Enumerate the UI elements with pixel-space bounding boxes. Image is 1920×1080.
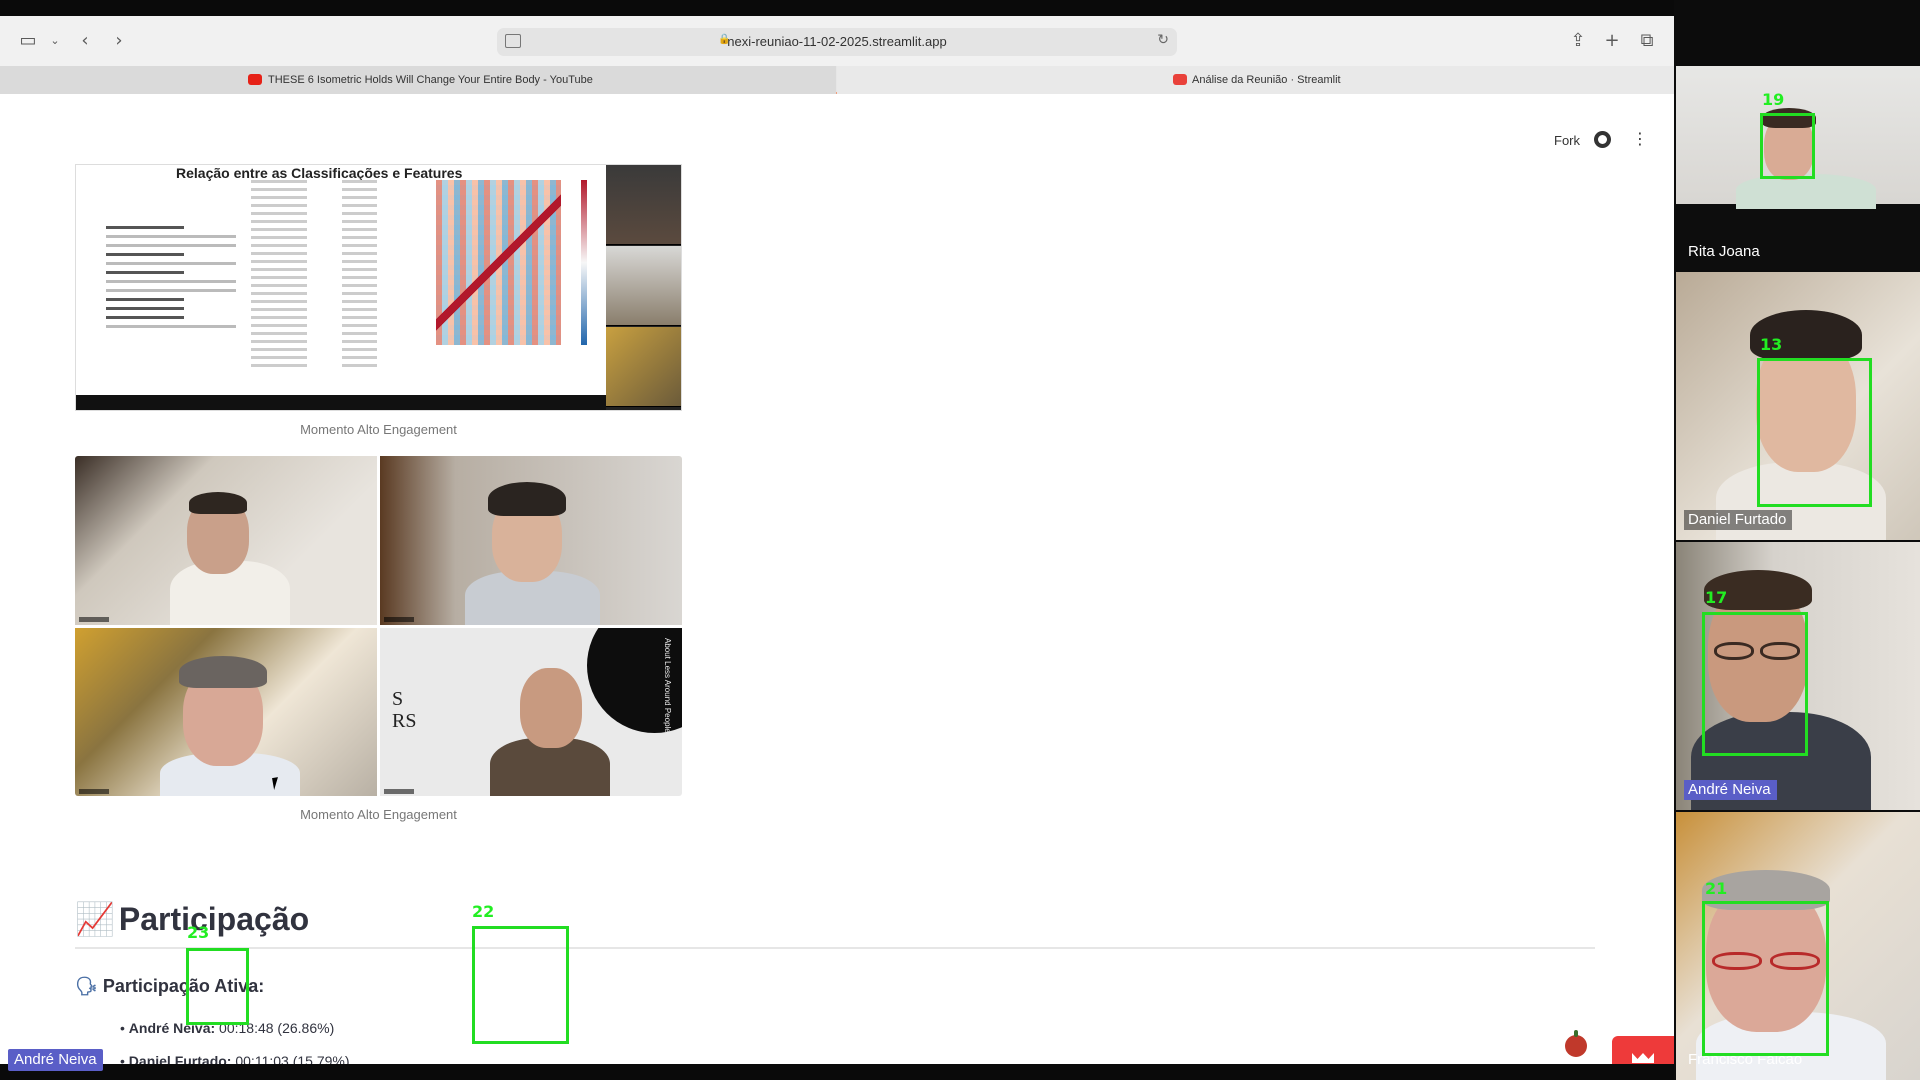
back-icon[interactable]: ‹: [74, 30, 96, 52]
slide-title: Relação entre as Classificações e Featur…: [176, 165, 463, 181]
video-tile: About Less Around People S RS: [380, 628, 682, 796]
side-video-tile: [606, 327, 681, 407]
active-speaker-name: André Neiva: [8, 1049, 103, 1071]
detection-label: 23: [187, 923, 210, 942]
heatmap-colorbar: [581, 180, 587, 345]
detection-box: [1760, 113, 1815, 179]
more-vertical-icon[interactable]: ⋮: [1632, 129, 1648, 149]
detection-label: 13: [1760, 335, 1783, 354]
share-icon[interactable]: ⇪: [1567, 30, 1589, 52]
video-tile: [380, 456, 682, 625]
browser-toolbar: ▭ ⌄ ‹ › 🔒 nexi-reuniao-11-02-2025.stream…: [0, 16, 1674, 66]
detection-box: [1702, 901, 1829, 1056]
tab-youtube[interactable]: THESE 6 Isometric Holds Will Change Your…: [0, 66, 836, 94]
youtube-favicon-icon: [248, 74, 262, 85]
srs-logo: S RS: [392, 688, 417, 732]
slide-content: Relação entre as Classificações e Featur…: [76, 165, 606, 410]
slide-bullets: [106, 220, 236, 334]
video-grid-image: About Less Around People S RS: [75, 456, 682, 796]
mouse-cursor-icon: [272, 776, 286, 790]
sidebar-icon[interactable]: ▭: [17, 30, 39, 52]
video-tile: [75, 456, 377, 625]
tab-youtube-label: THESE 6 Isometric Holds Will Change Your…: [268, 74, 593, 86]
forward-icon[interactable]: ›: [108, 30, 130, 52]
speaking-head-icon: 🗣: [75, 976, 98, 997]
tab-streamlit[interactable]: Análise da Reunião · Streamlit: [837, 66, 1674, 94]
participation-entry: • Daniel Furtado: 00:11:03 (15.79%): [120, 1053, 350, 1064]
screen: ▭ ⌄ ‹ › 🔒 nexi-reuniao-11-02-2025.stream…: [0, 0, 1920, 1080]
correlation-table: [251, 180, 391, 395]
side-video-tile: [606, 246, 681, 326]
image-caption: Momento Alto Engagement: [300, 422, 457, 437]
section-divider: [75, 947, 1595, 949]
detection-box: [1757, 358, 1872, 507]
detection-box: [472, 926, 569, 1044]
participant-name: Daniel Furtado: [1684, 510, 1793, 530]
apple-icon[interactable]: [1565, 1030, 1587, 1057]
url-text[interactable]: nexi-reuniao-11-02-2025.streamlit.app: [497, 34, 1177, 49]
streamlit-logo-button[interactable]: [1612, 1036, 1674, 1064]
slide-bottom-bar: [76, 395, 606, 410]
tab-bar: THESE 6 Isometric Holds Will Change Your…: [0, 66, 1674, 94]
detection-box: [1702, 612, 1808, 756]
address-bar[interactable]: 🔒 nexi-reuniao-11-02-2025.streamlit.app …: [497, 28, 1177, 56]
video-tile: [75, 628, 377, 796]
tab-overview-icon[interactable]: ⧉: [1636, 30, 1658, 52]
streamlit-favicon-icon: [1173, 74, 1187, 85]
side-text: About Less Around People: [663, 638, 672, 733]
chevron-down-icon[interactable]: ⌄: [44, 30, 66, 52]
detection-label: 19: [1762, 90, 1785, 109]
slide-screenshot-image: Relação entre as Classificações e Featur…: [75, 164, 682, 411]
slide-side-videos: [606, 165, 681, 410]
side-video-tile: [606, 165, 681, 245]
browser-window: ▭ ⌄ ‹ › 🔒 nexi-reuniao-11-02-2025.stream…: [0, 16, 1674, 1064]
participant-name: Rita Joana: [1688, 243, 1760, 260]
image-caption: Momento Alto Engagement: [300, 807, 457, 822]
new-tab-icon[interactable]: +: [1601, 30, 1623, 52]
chart-increasing-icon: 📈: [75, 900, 115, 938]
reload-icon[interactable]: ↻: [1157, 32, 1169, 48]
github-icon[interactable]: [1594, 131, 1611, 148]
detection-label: 17: [1705, 588, 1728, 607]
participant-name-active: André Neiva: [1684, 780, 1777, 800]
correlation-heatmap: [436, 180, 561, 345]
streamlit-page: Fork ⋮ Relação entre as Classificações e…: [0, 96, 1674, 1064]
detection-box: [186, 948, 249, 1025]
tab-streamlit-label: Análise da Reunião · Streamlit: [1192, 74, 1341, 86]
fork-button[interactable]: Fork: [1554, 133, 1580, 148]
detection-label: 21: [1705, 879, 1728, 898]
detection-label: 22: [472, 902, 495, 921]
